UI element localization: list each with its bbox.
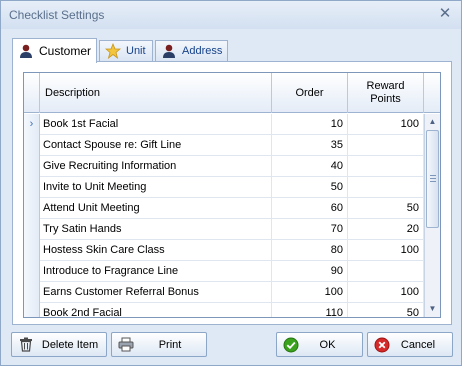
cell-reward-points[interactable]: 20 xyxy=(348,219,424,240)
cancel-icon xyxy=(374,337,390,353)
cell-reward-points[interactable]: 50 xyxy=(348,303,424,317)
row-selector[interactable] xyxy=(24,156,40,177)
title-bar: Checklist Settings ✕ xyxy=(1,1,461,29)
row-selector[interactable] xyxy=(24,219,40,240)
cell-description[interactable]: Book 1st Facial xyxy=(40,114,272,135)
scroll-thumb[interactable] xyxy=(426,130,439,228)
scroll-up-arrow-icon[interactable]: ▲ xyxy=(425,114,440,130)
cell-order[interactable]: 35 xyxy=(272,135,348,156)
table-row[interactable]: Hostess Skin Care Class 80 100 xyxy=(24,240,424,261)
grid-header: Description Order Reward Points xyxy=(24,73,440,113)
cell-reward-points[interactable]: 100 xyxy=(348,114,424,135)
window-title: Checklist Settings xyxy=(9,8,105,22)
scroll-down-arrow-icon[interactable]: ▼ xyxy=(425,301,440,317)
table-row[interactable]: Attend Unit Meeting 60 50 xyxy=(24,198,424,219)
table-row[interactable]: Introduce to Fragrance Line 90 xyxy=(24,261,424,282)
cell-description[interactable]: Invite to Unit Meeting xyxy=(40,177,272,198)
column-header-description[interactable]: Description xyxy=(40,73,272,113)
checklist-settings-dialog: Checklist Settings ✕ Customer Unit Addre… xyxy=(0,0,462,366)
trash-icon xyxy=(18,337,34,353)
ok-label: OK xyxy=(319,338,336,351)
row-selector[interactable] xyxy=(24,177,40,198)
table-row[interactable]: Earns Customer Referral Bonus 100 100 xyxy=(24,282,424,303)
cell-reward-points[interactable]: 100 xyxy=(348,282,424,303)
current-row-indicator-icon[interactable]: › xyxy=(24,114,40,135)
cell-reward-points[interactable]: 100 xyxy=(348,240,424,261)
cancel-button[interactable]: Cancel xyxy=(367,332,453,357)
cell-reward-points[interactable] xyxy=(348,177,424,198)
close-icon[interactable]: ✕ xyxy=(437,6,453,22)
row-selector[interactable] xyxy=(24,135,40,156)
cell-order[interactable]: 110 xyxy=(272,303,348,317)
row-selector[interactable] xyxy=(24,198,40,219)
tab-panel-customer: Description Order Reward Points › Book 1s… xyxy=(12,61,452,325)
tab-customer[interactable]: Customer xyxy=(12,38,97,63)
table-row[interactable]: Book 2nd Facial 110 50 xyxy=(24,303,424,317)
printer-icon xyxy=(118,337,134,353)
cell-reward-points[interactable]: 50 xyxy=(348,198,424,219)
cell-order[interactable]: 100 xyxy=(272,282,348,303)
row-selector[interactable] xyxy=(24,282,40,303)
cell-description[interactable]: Give Recruiting Information xyxy=(40,156,272,177)
table-row[interactable]: Invite to Unit Meeting 50 xyxy=(24,177,424,198)
table-row[interactable]: › Book 1st Facial 10 100 xyxy=(24,114,424,135)
tab-label: Customer xyxy=(39,44,92,58)
row-selector[interactable] xyxy=(24,303,40,317)
cell-order[interactable]: 80 xyxy=(272,240,348,261)
column-header-reward-points-label: Reward Points xyxy=(366,80,405,105)
tab-label: Address xyxy=(182,45,223,57)
tab-label: Unit xyxy=(126,45,146,57)
table-row[interactable]: Give Recruiting Information 40 xyxy=(24,156,424,177)
checkmark-icon xyxy=(283,337,299,353)
cell-description[interactable]: Book 2nd Facial xyxy=(40,303,272,317)
column-header-order[interactable]: Order xyxy=(272,73,348,113)
cell-reward-points[interactable] xyxy=(348,156,424,177)
tab-address[interactable]: Address xyxy=(155,40,228,61)
cancel-label: Cancel xyxy=(400,338,436,351)
cell-description[interactable]: Hostess Skin Care Class xyxy=(40,240,272,261)
tab-unit[interactable]: Unit xyxy=(99,40,153,61)
print-label: Print xyxy=(158,338,182,351)
cell-order[interactable]: 50 xyxy=(272,177,348,198)
vertical-scrollbar[interactable]: ▲ ▼ xyxy=(424,114,440,317)
table-row[interactable]: Contact Spouse re: Gift Line 35 xyxy=(24,135,424,156)
cell-reward-points[interactable] xyxy=(348,261,424,282)
ok-button[interactable]: OK xyxy=(276,332,363,357)
header-filler xyxy=(424,73,440,113)
column-header-reward-points[interactable]: Reward Points xyxy=(348,73,424,113)
cell-order[interactable]: 40 xyxy=(272,156,348,177)
cell-order[interactable]: 60 xyxy=(272,198,348,219)
cell-description[interactable]: Attend Unit Meeting xyxy=(40,198,272,219)
cell-order[interactable]: 70 xyxy=(272,219,348,240)
cell-description[interactable]: Try Satin Hands xyxy=(40,219,272,240)
table-row[interactable]: Try Satin Hands 70 20 xyxy=(24,219,424,240)
row-selector[interactable] xyxy=(24,261,40,282)
cell-reward-points[interactable] xyxy=(348,135,424,156)
star-icon xyxy=(105,43,121,59)
person-icon xyxy=(18,43,34,59)
cell-order[interactable]: 10 xyxy=(272,114,348,135)
cell-description[interactable]: Earns Customer Referral Bonus xyxy=(40,282,272,303)
person-icon xyxy=(161,43,177,59)
grip-icon xyxy=(430,175,436,182)
checklist-grid[interactable]: Description Order Reward Points › Book 1s… xyxy=(23,72,441,318)
cell-description[interactable]: Contact Spouse re: Gift Line xyxy=(40,135,272,156)
print-button[interactable]: Print xyxy=(111,332,207,357)
delete-item-button[interactable]: Delete Item xyxy=(11,332,107,357)
row-selector[interactable] xyxy=(24,240,40,261)
row-selector-header xyxy=(24,73,40,113)
grid-rows: › Book 1st Facial 10 100 Contact Spouse re: … xyxy=(24,114,424,317)
cell-order[interactable]: 90 xyxy=(272,261,348,282)
cell-description[interactable]: Introduce to Fragrance Line xyxy=(40,261,272,282)
delete-item-label: Delete Item xyxy=(41,338,99,351)
